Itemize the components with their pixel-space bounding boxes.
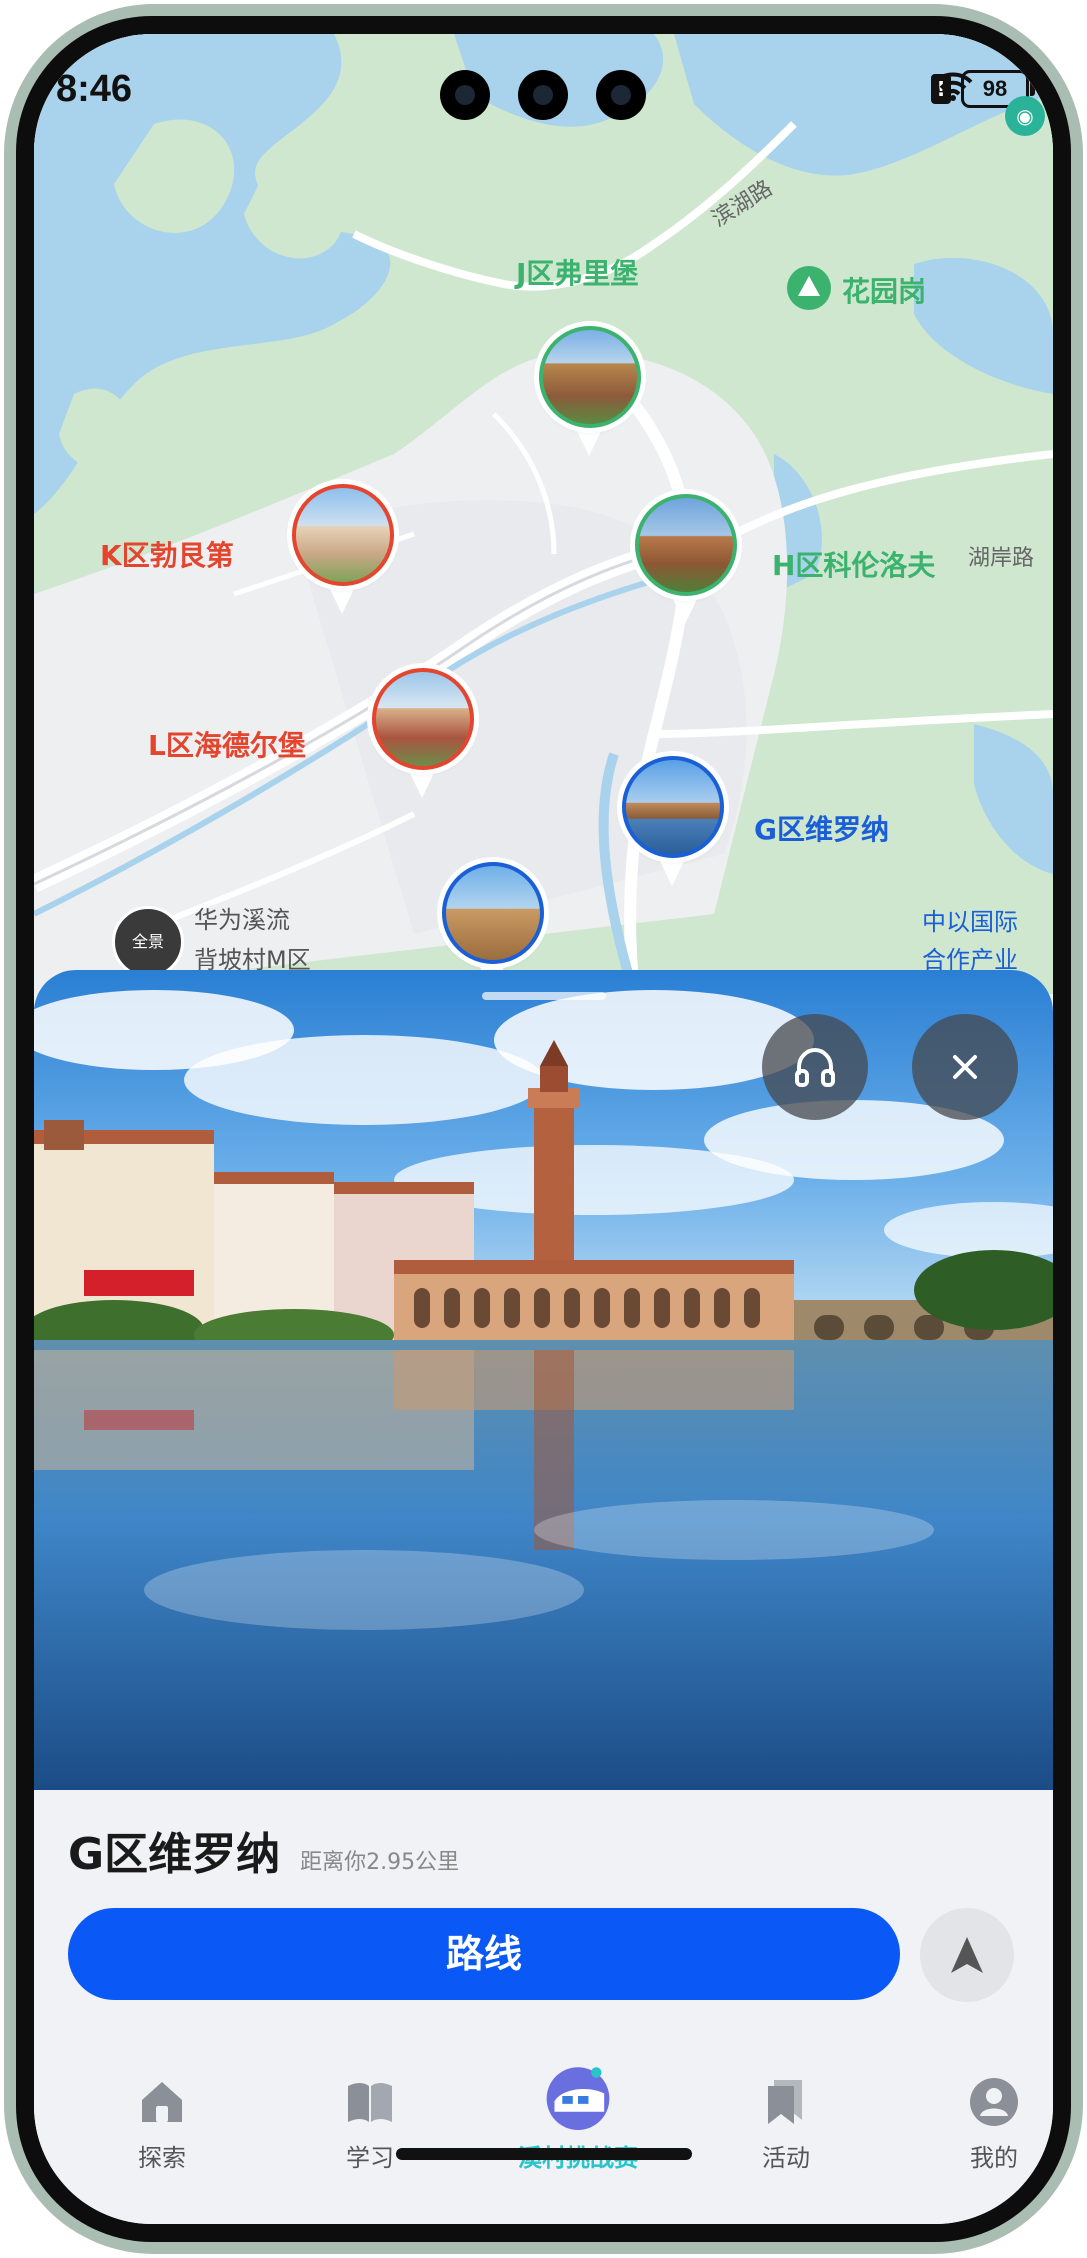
front-camera-icon (596, 70, 646, 120)
tab-label: 我的 (970, 2144, 1018, 2172)
map-pin-k[interactable] (292, 484, 394, 624)
tab-profile[interactable]: 我的 (924, 2032, 1053, 2172)
photo-scene (34, 970, 1053, 1790)
close-button[interactable] (912, 1014, 1018, 1120)
front-camera-icon (440, 70, 490, 120)
map-pin-g[interactable] (622, 756, 724, 896)
location-header: G区维罗纳 距离你2.95公里 (68, 1818, 459, 1882)
detail-sheet: G区维罗纳 距离你2.95公里 路线 探索 学习 活动 我的 (34, 970, 1053, 2224)
status-bar: 8:46 ! 98 (34, 58, 1053, 120)
close-icon (953, 1055, 977, 1079)
mountain-icon[interactable] (787, 266, 831, 310)
home-indicator[interactable] (396, 2148, 692, 2160)
location-title: G区维罗纳 (68, 1829, 281, 1880)
map-view[interactable]: 8:46 ! 98 ◉ 滨湖路 J区弗里堡 花园岗 K区勃艮第 H区科伦洛夫 湖… (34, 34, 1053, 994)
map-background (34, 34, 1053, 994)
distance-text: 距离你2.95公里 (300, 1850, 460, 1875)
zone-label-g[interactable]: G区维罗纳 (754, 808, 889, 848)
zone-label-h[interactable]: H区科伦洛夫 (772, 544, 935, 584)
tab-explore[interactable]: 探索 (92, 2032, 232, 2172)
navigation-arrow-icon (951, 1937, 983, 1973)
tab-label: 探索 (138, 2144, 186, 2172)
poi-label[interactable]: 花园岗 (842, 270, 926, 310)
audio-guide-button[interactable] (762, 1014, 868, 1120)
road-label: 湖岸路 (968, 546, 1035, 571)
map-pin-j[interactable] (539, 326, 641, 466)
train-icon (546, 2067, 610, 2130)
map-pin-h[interactable] (635, 494, 737, 634)
tab-activity[interactable]: 活动 (716, 2032, 856, 2172)
poi-label[interactable]: 华为溪流 (194, 900, 290, 935)
poi-label[interactable]: 中以国际 (922, 902, 1018, 937)
sheet-drag-handle[interactable] (482, 992, 606, 1000)
headphones-icon (795, 1047, 835, 1087)
map-pin-l[interactable] (372, 668, 474, 808)
zone-label-k[interactable]: K区勃艮第 (100, 534, 234, 574)
zone-label-l[interactable]: L区海德尔堡 (148, 724, 306, 764)
route-button[interactable]: 路线 (68, 1908, 900, 2000)
bookmark-icon (768, 2080, 802, 2124)
home-icon (142, 2082, 182, 2122)
location-photo (34, 970, 1053, 1790)
tab-label: 活动 (762, 2144, 810, 2172)
book-icon (348, 2083, 392, 2122)
status-time: 8:46 (56, 68, 133, 110)
front-camera-icon (518, 70, 568, 120)
camera-icon[interactable]: ◉ (1005, 96, 1045, 136)
screen: 8:46 ! 98 ◉ 滨湖路 J区弗里堡 花园岗 K区勃艮第 H区科伦洛夫 湖… (34, 34, 1053, 2224)
navigate-button[interactable] (920, 1908, 1014, 2002)
person-icon (970, 2078, 1018, 2126)
zone-label-j[interactable]: J区弗里堡 (516, 252, 638, 292)
poi-marker[interactable]: 全景 (112, 906, 184, 978)
phone-frame: 8:46 ! 98 ◉ 滨湖路 J区弗里堡 花园岗 K区勃艮第 H区科伦洛夫 湖… (0, 0, 1087, 2258)
